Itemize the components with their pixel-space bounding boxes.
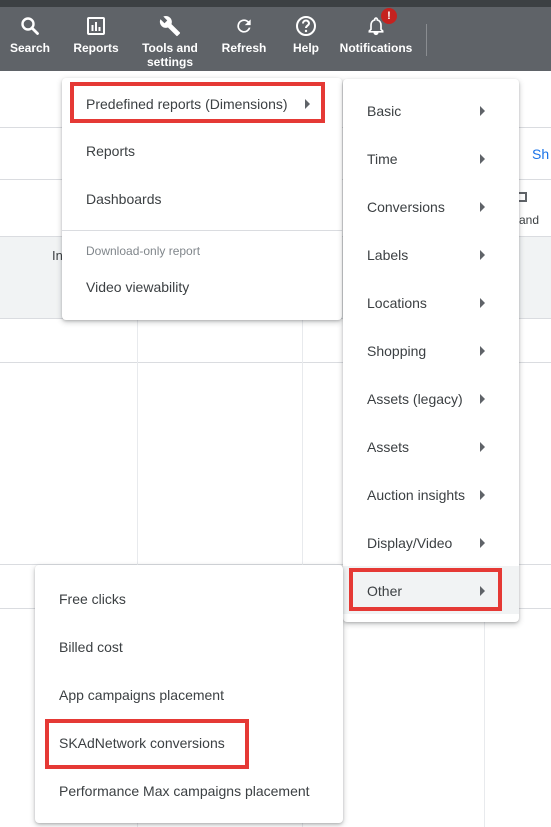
search-label: Search <box>9 41 51 55</box>
submenu-item-conversions[interactable]: Conversions <box>343 183 519 231</box>
submenu-item-basic[interactable]: Basic <box>343 87 519 135</box>
refresh-button[interactable]: Refresh <box>218 7 270 71</box>
other-submenu: Free clicks Billed cost App campaigns plac… <box>35 565 343 823</box>
submenu-item-locations[interactable]: Locations <box>343 279 519 327</box>
reports-icon <box>83 13 109 39</box>
menu-item-video-viewability[interactable]: Video viewability <box>62 263 342 311</box>
other-item-label: Performance Max campaigns placement <box>59 783 310 799</box>
submenu-item-assets[interactable]: Assets <box>343 423 519 471</box>
search-button[interactable]: Search <box>8 7 52 71</box>
submenu-item-shopping[interactable]: Shopping <box>343 327 519 375</box>
expand-icon <box>519 192 527 202</box>
dimensions-submenu: Basic Time Conversions Labels Locations Shopp… <box>343 79 519 622</box>
submenu-item-label: Display/Video <box>367 535 453 551</box>
other-item-performance-max-campaigns-placement[interactable]: Performance Max campaigns placement <box>35 767 343 815</box>
submenu-item-label: Shopping <box>367 343 427 359</box>
submenu-item-auction-insights[interactable]: Auction insights <box>343 471 519 519</box>
search-icon <box>17 13 43 39</box>
bell-icon: ! <box>363 8 397 39</box>
bg-column-line <box>484 608 485 827</box>
submenu-item-label: Conversions <box>367 199 445 215</box>
chevron-right-icon <box>305 99 310 109</box>
other-item-billed-cost[interactable]: Billed cost <box>35 623 343 671</box>
chevron-right-icon <box>480 586 485 596</box>
submenu-item-label: Assets <box>367 439 410 455</box>
submenu-item-label: Auction insights <box>367 487 466 503</box>
chevron-right-icon <box>480 250 485 260</box>
chevron-right-icon <box>480 490 485 500</box>
other-item-label: Billed cost <box>59 639 123 655</box>
menu-item-predefined-reports[interactable]: Predefined reports (Dimensions) <box>62 80 342 128</box>
reports-label: Reports <box>73 41 119 55</box>
submenu-item-label: Labels <box>367 247 409 263</box>
submenu-item-labels[interactable]: Labels <box>343 231 519 279</box>
submenu-item-assets-legacy[interactable]: Assets (legacy) <box>343 375 519 423</box>
reports-item-label: Reports <box>86 143 136 159</box>
dashboards-label: Dashboards <box>86 191 162 207</box>
refresh-label: Refresh <box>221 41 267 55</box>
video-viewability-label: Video viewability <box>86 279 190 295</box>
help-button[interactable]: Help <box>288 7 324 71</box>
top-toolbar: Search Reports Tools and settings Refres… <box>0 7 551 71</box>
wrench-icon <box>157 13 183 39</box>
other-item-skadnetwork-conversions[interactable]: SKAdNetwork conversions <box>35 719 343 767</box>
notifications-label: Notifications <box>339 41 413 55</box>
help-icon <box>293 13 319 39</box>
chevron-right-icon <box>480 106 485 116</box>
tools-and-settings-label: Tools and settings <box>142 41 198 69</box>
other-item-free-clicks[interactable]: Free clicks <box>35 575 343 623</box>
chevron-right-icon <box>480 298 485 308</box>
menu-divider <box>62 230 342 231</box>
chevron-right-icon <box>480 154 485 164</box>
submenu-item-label: Other <box>367 583 403 599</box>
show-link[interactable]: Sh <box>532 146 549 162</box>
chevron-right-icon <box>480 442 485 452</box>
menu-item-dashboards[interactable]: Dashboards <box>62 175 342 223</box>
reports-button[interactable]: Reports <box>72 7 120 71</box>
chevron-right-icon <box>480 394 485 404</box>
toolbar-separator <box>426 24 427 56</box>
predefined-reports-label: Predefined reports (Dimensions) <box>86 96 288 112</box>
submenu-item-label: Time <box>367 151 398 167</box>
menu-item-reports[interactable]: Reports <box>62 127 342 175</box>
notification-badge: ! <box>381 8 397 24</box>
help-label: Help <box>292 41 319 55</box>
other-item-label: Free clicks <box>59 591 126 607</box>
other-item-label: SKAdNetwork conversions <box>59 735 225 751</box>
submenu-item-time[interactable]: Time <box>343 135 519 183</box>
submenu-item-other[interactable]: Other <box>343 567 519 615</box>
submenu-item-label: Locations <box>367 295 427 311</box>
expand-label-partial[interactable]: and <box>519 213 539 227</box>
top-strip <box>0 0 551 7</box>
chevron-right-icon <box>480 202 485 212</box>
other-item-app-campaigns-placement[interactable]: App campaigns placement <box>35 671 343 719</box>
chevron-right-icon <box>480 538 485 548</box>
other-item-label: App campaigns placement <box>59 687 224 703</box>
chevron-right-icon <box>480 346 485 356</box>
tools-and-settings-button[interactable]: Tools and settings <box>138 7 202 71</box>
download-only-section-label: Download-only report <box>86 244 201 258</box>
submenu-item-label: Assets (legacy) <box>367 391 463 407</box>
refresh-icon <box>231 13 257 39</box>
notifications-button[interactable]: ! Notifications <box>338 7 414 71</box>
submenu-item-label: Basic <box>367 103 402 119</box>
submenu-item-display-video[interactable]: Display/Video <box>343 519 519 567</box>
reports-menu: Predefined reports (Dimensions) Reports … <box>62 78 342 320</box>
